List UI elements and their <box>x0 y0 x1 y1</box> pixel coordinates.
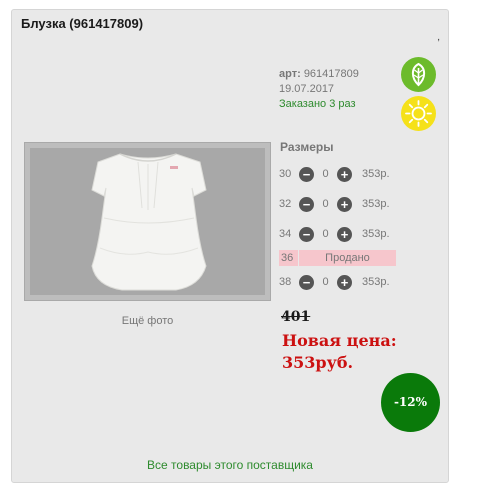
blouse-image <box>91 153 207 291</box>
ordered-count: Заказано 3 раз <box>279 98 356 110</box>
corner-mark: , <box>437 32 440 43</box>
quantity-value: 0 <box>322 228 329 240</box>
minus-button[interactable]: − <box>299 166 314 182</box>
photo-background <box>30 148 265 295</box>
new-price: Новая цена: 353руб. <box>282 330 397 374</box>
old-price: 401 <box>281 309 311 325</box>
plus-button[interactable]: + <box>337 166 352 182</box>
sun-icon <box>401 96 436 131</box>
product-photo[interactable] <box>24 142 271 301</box>
size-price: 353р. <box>362 276 390 288</box>
size-price: 353р. <box>362 228 390 240</box>
size-row-sold: 36 Продано <box>279 249 396 267</box>
size-number: 30 <box>279 168 292 180</box>
new-price-label: Новая цена: <box>282 331 397 350</box>
product-date: 19.07.2017 <box>279 83 335 95</box>
size-row: 32 − 0 + 353р. <box>279 195 390 213</box>
product-meta: арт: 961417809 19.07.2017 Заказано 3 раз <box>279 67 359 112</box>
article-label: арт: <box>279 68 301 80</box>
supplier-products-link[interactable]: Все товары этого поставщика <box>12 458 448 472</box>
sizes-title: Размеры <box>280 140 334 154</box>
size-number: 34 <box>279 228 292 240</box>
size-row: 34 − 0 + 353р. <box>279 225 390 243</box>
new-price-value: 353руб. <box>282 353 354 372</box>
size-number: 38 <box>279 276 292 288</box>
minus-button[interactable]: − <box>299 226 314 242</box>
size-price: 353р. <box>362 198 390 210</box>
plus-button[interactable]: + <box>337 274 352 290</box>
sold-label: Продано <box>299 250 396 266</box>
size-price: 353р. <box>362 168 390 180</box>
size-number: 32 <box>279 198 292 210</box>
quantity-value: 0 <box>322 198 329 210</box>
leaf-icon <box>401 57 436 92</box>
plus-button[interactable]: + <box>337 196 352 212</box>
minus-button[interactable]: − <box>299 274 314 290</box>
discount-badge: -12% <box>381 373 440 432</box>
product-card: Блузка (961417809) , арт: 961417809 19.0… <box>11 9 449 483</box>
product-title: Блузка (961417809) <box>21 16 144 31</box>
quantity-value: 0 <box>322 168 329 180</box>
article-value: 961417809 <box>303 68 359 80</box>
minus-button[interactable]: − <box>299 196 314 212</box>
plus-button[interactable]: + <box>337 226 352 242</box>
quantity-value: 0 <box>322 276 329 288</box>
more-photos-link[interactable]: Ещё фото <box>24 315 271 327</box>
size-row: 30 − 0 + 353р. <box>279 165 390 183</box>
size-number: 36 <box>279 250 298 266</box>
size-row: 38 − 0 + 353р. <box>279 273 390 291</box>
